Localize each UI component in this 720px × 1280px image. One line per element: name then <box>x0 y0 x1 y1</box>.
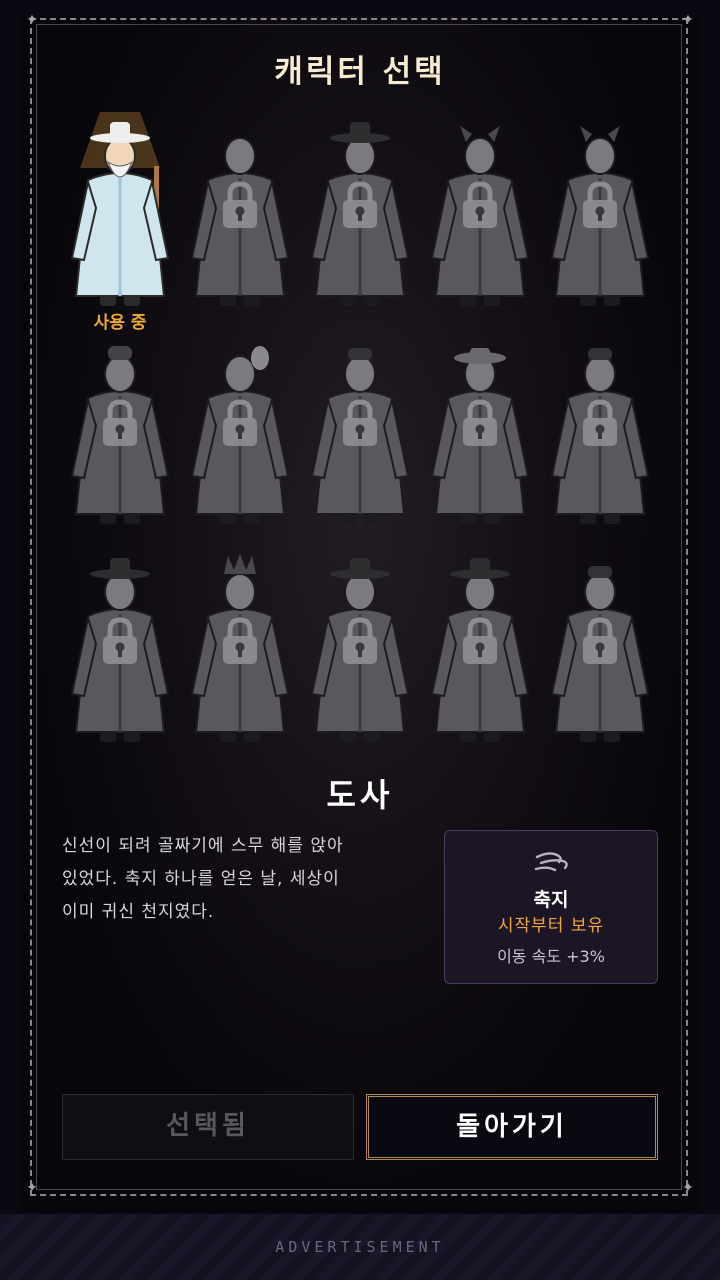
description-line: 있었다. 축지 하나를 얻은 날, 세상이 <box>62 869 340 889</box>
character-figure <box>70 112 170 306</box>
corner-ornament-icon: ✦ <box>26 1180 38 1196</box>
character-description: 신선이 되려 골짜기에 스무 해를 앉아 있었다. 축지 하나를 얻은 날, 세… <box>62 830 402 929</box>
character-slot-scholar[interactable] <box>300 108 420 328</box>
skill-tag: 시작부터 보유 <box>497 916 605 936</box>
corner-ornament-icon: ✦ <box>682 12 694 28</box>
skill-name: 축지 <box>533 889 569 911</box>
lock-icon <box>103 399 137 446</box>
corner-ornament-icon: ✦ <box>26 12 38 28</box>
lock-icon <box>103 617 137 664</box>
description-line: 이미 귀신 천지였다. <box>62 902 215 922</box>
wind-icon <box>534 852 568 872</box>
ad-banner[interactable]: ADVERTISEMENT <box>0 1214 720 1280</box>
character-slot-dosa[interactable]: 사용 중 <box>60 108 180 333</box>
character-slot-elder[interactable] <box>420 544 540 764</box>
description-line: 신선이 되려 골짜기에 스무 해를 앉아 <box>62 836 344 856</box>
skill-effect: 이동 속도 +3% <box>497 947 605 966</box>
lock-icon <box>343 617 377 664</box>
character-slot-official[interactable] <box>300 544 420 764</box>
lock-icon <box>583 617 617 664</box>
character-slot-ogre[interactable] <box>540 108 660 328</box>
lock-icon <box>583 181 617 228</box>
lock-icon <box>343 181 377 228</box>
character-slot-goblin[interactable] <box>420 108 540 328</box>
corner-ornament-icon: ✦ <box>682 1180 694 1196</box>
ad-label: ADVERTISEMENT <box>275 1238 445 1256</box>
character-slot-farmer[interactable] <box>420 326 540 546</box>
selected-button[interactable]: 선택됨 <box>62 1094 354 1160</box>
lock-icon <box>583 399 617 446</box>
character-slot-swordsman[interactable] <box>540 326 660 546</box>
character-slot-shaman[interactable] <box>180 544 300 764</box>
lock-icon <box>463 617 497 664</box>
character-grid: 사용 중 <box>60 108 660 768</box>
character-slot-hunter[interactable] <box>300 326 420 546</box>
character-slot-star-mage[interactable] <box>540 544 660 764</box>
lock-icon <box>343 399 377 446</box>
lock-icon <box>463 181 497 228</box>
back-button[interactable]: 돌아가기 <box>366 1094 658 1160</box>
skill-card: 축지 시작부터 보유 이동 속도 +3% <box>444 830 658 984</box>
lock-icon <box>223 181 257 228</box>
lock-icon <box>223 617 257 664</box>
character-slot-monk[interactable] <box>180 108 300 328</box>
character-slot-mask-dancer[interactable] <box>180 326 300 546</box>
lock-icon <box>223 399 257 446</box>
lock-icon <box>463 399 497 446</box>
character-slot-woman[interactable] <box>60 326 180 546</box>
character-slot-traveler[interactable] <box>60 544 180 764</box>
character-name: 도사 <box>326 776 394 814</box>
page-title: 캐릭터 선택 <box>274 54 446 90</box>
